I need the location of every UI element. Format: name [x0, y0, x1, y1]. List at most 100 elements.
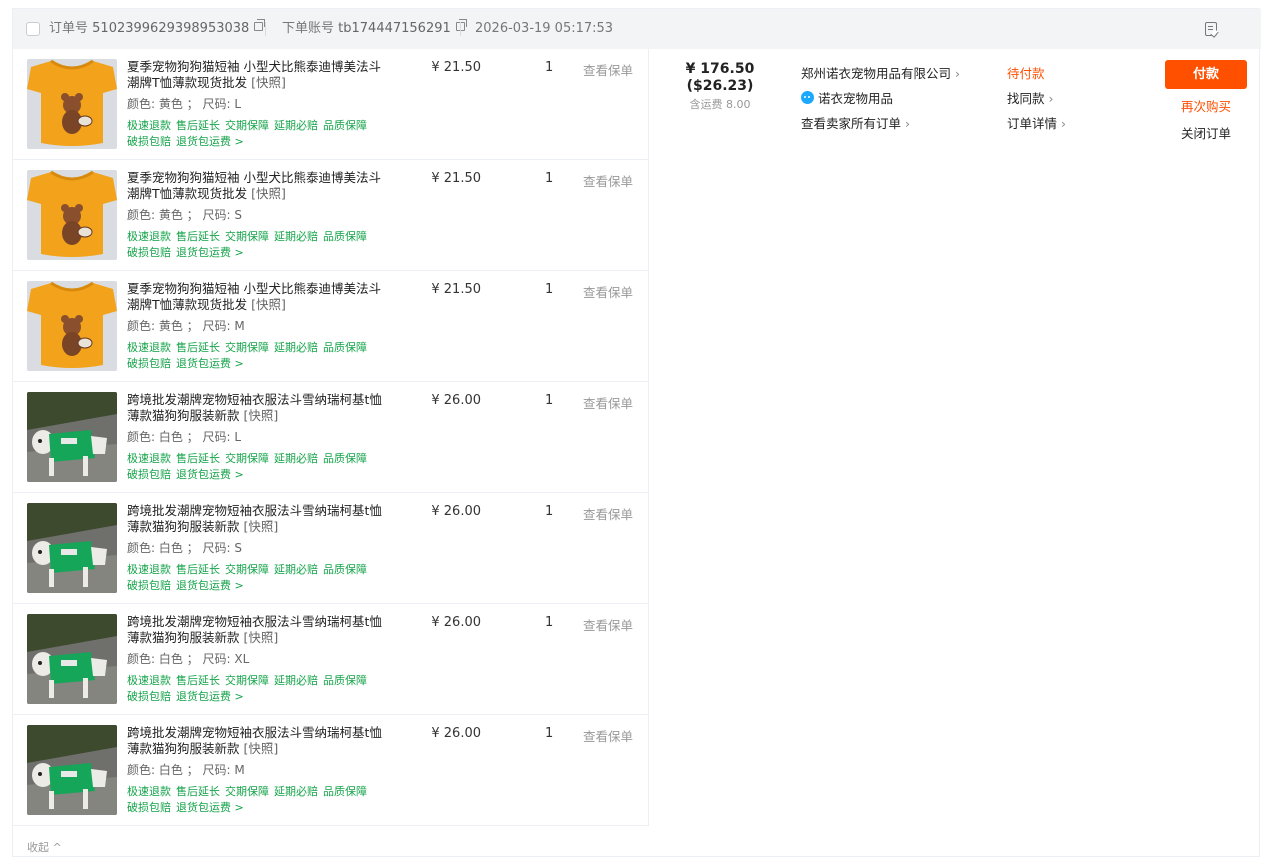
service-tag[interactable]: 品质保障 — [323, 119, 367, 132]
view-warranty-link[interactable]: 查看保单 — [583, 60, 633, 79]
service-tag[interactable]: 退货包运费 > — [176, 468, 244, 481]
view-warranty-link[interactable]: 查看保单 — [583, 615, 633, 634]
service-tag[interactable]: 极速退款 — [127, 563, 171, 576]
quantity: 1 — [545, 615, 554, 630]
product-thumbnail[interactable] — [27, 503, 117, 593]
service-tag[interactable]: 交期保障 — [225, 452, 269, 465]
unit-price: ¥ 21.50 — [431, 282, 481, 297]
order-number: 订单号 5102399629398953038 — [49, 19, 266, 37]
seller-all-orders-link[interactable]: 查看卖家所有订单 › — [801, 111, 960, 136]
view-warranty-link[interactable]: 查看保单 — [583, 726, 633, 745]
order-account: 下单账号 tb174447156291 — [282, 19, 467, 37]
service-tag[interactable]: 交期保障 — [225, 785, 269, 798]
product-thumbnail[interactable] — [27, 614, 117, 704]
snapshot-link[interactable]: [快照] — [244, 630, 279, 645]
service-tag[interactable]: 延期必赔 — [274, 119, 318, 132]
service-tag[interactable]: 品质保障 — [323, 785, 367, 798]
service-tag[interactable]: 售后延长 — [176, 674, 220, 687]
service-tag[interactable]: 退货包运费 > — [176, 246, 244, 259]
product-title[interactable]: 跨境批发潮牌宠物短袖衣服法斗雪纳瑞柯基t恤薄款猫狗狗服装新款 [快照] — [127, 614, 389, 646]
service-tag[interactable]: 破损包赔 — [127, 690, 171, 703]
service-tag[interactable]: 交期保障 — [225, 230, 269, 243]
order-detail-link[interactable]: 订单详情 › — [1007, 111, 1066, 136]
service-tag[interactable]: 破损包赔 — [127, 579, 171, 592]
product-thumbnail[interactable] — [27, 725, 117, 815]
service-tag[interactable]: 交期保障 — [225, 119, 269, 132]
order-note-icon[interactable] — [1205, 22, 1217, 36]
product-title[interactable]: 夏季宠物狗狗猫短袖 小型犬比熊泰迪博美法斗潮牌T恤薄款现货批发 [快照] — [127, 59, 389, 91]
service-tag[interactable]: 品质保障 — [323, 341, 367, 354]
product-title[interactable]: 夏季宠物狗狗猫短袖 小型犬比熊泰迪博美法斗潮牌T恤薄款现货批发 [快照] — [127, 281, 389, 313]
service-tag[interactable]: 品质保障 — [323, 563, 367, 576]
service-tag[interactable]: 极速退款 — [127, 452, 171, 465]
product-title[interactable]: 跨境批发潮牌宠物短袖衣服法斗雪纳瑞柯基t恤薄款猫狗狗服装新款 [快照] — [127, 392, 389, 424]
service-tag[interactable]: 品质保障 — [323, 230, 367, 243]
service-tag[interactable]: 品质保障 — [323, 674, 367, 687]
snapshot-link[interactable]: [快照] — [244, 741, 279, 756]
service-tag[interactable]: 极速退款 — [127, 785, 171, 798]
service-tag[interactable]: 交期保障 — [225, 563, 269, 576]
service-tag[interactable]: 极速退款 — [127, 119, 171, 132]
service-tag[interactable]: 售后延长 — [176, 341, 220, 354]
service-tag[interactable]: 延期必赔 — [274, 452, 318, 465]
view-warranty-link[interactable]: 查看保单 — [583, 282, 633, 301]
product-thumbnail[interactable] — [27, 281, 117, 371]
service-tag[interactable]: 交期保障 — [225, 341, 269, 354]
service-tag[interactable]: 破损包赔 — [127, 468, 171, 481]
seller-company-link[interactable]: 郑州诺衣宠物用品有限公司 › — [801, 61, 960, 86]
service-tag[interactable]: 退货包运费 > — [176, 801, 244, 814]
close-order-button[interactable]: 关闭订单 — [1165, 125, 1247, 142]
service-tag[interactable]: 退货包运费 > — [176, 357, 244, 370]
service-tag[interactable]: 极速退款 — [127, 230, 171, 243]
view-warranty-link[interactable]: 查看保单 — [583, 504, 633, 523]
service-tag[interactable]: 破损包赔 — [127, 357, 171, 370]
unit-price: ¥ 26.00 — [431, 615, 481, 630]
product-spec: 颜色: 白色 ； 尺码: S — [127, 541, 242, 555]
service-tag[interactable]: 破损包赔 — [127, 135, 171, 148]
order-items: 夏季宠物狗狗猫短袖 小型犬比熊泰迪博美法斗潮牌T恤薄款现货批发 [快照] 颜色: … — [13, 49, 649, 826]
snapshot-link[interactable]: [快照] — [251, 186, 286, 201]
service-tag[interactable]: 破损包赔 — [127, 801, 171, 814]
service-tag[interactable]: 极速退款 — [127, 341, 171, 354]
service-tag[interactable]: 售后延长 — [176, 452, 220, 465]
service-tag[interactable]: 破损包赔 — [127, 246, 171, 259]
product-spec: 颜色: 白色 ； 尺码: L — [127, 430, 242, 444]
service-tag[interactable]: 售后延长 — [176, 119, 220, 132]
pay-button[interactable]: 付款 — [1165, 60, 1247, 89]
service-tag[interactable]: 交期保障 — [225, 674, 269, 687]
service-tag[interactable]: 退货包运费 > — [176, 690, 244, 703]
view-warranty-link[interactable]: 查看保单 — [583, 171, 633, 190]
copy-icon[interactable] — [254, 19, 266, 31]
unit-price: ¥ 21.50 — [431, 60, 481, 75]
service-tag[interactable]: 延期必赔 — [274, 785, 318, 798]
rebuy-button[interactable]: 再次购买 — [1165, 98, 1247, 115]
view-warranty-link[interactable]: 查看保单 — [583, 393, 633, 412]
service-tag[interactable]: 延期必赔 — [274, 230, 318, 243]
find-similar-link[interactable]: 找同款 › — [1007, 86, 1066, 111]
service-tag[interactable]: 售后延长 — [176, 785, 220, 798]
service-tag[interactable]: 延期必赔 — [274, 563, 318, 576]
service-tag[interactable]: 退货包运费 > — [176, 135, 244, 148]
service-tag[interactable]: 延期必赔 — [274, 674, 318, 687]
snapshot-link[interactable]: [快照] — [251, 75, 286, 90]
order-select-checkbox[interactable] — [26, 22, 40, 36]
seller-chat-link[interactable]: 诺衣宠物用品 — [801, 86, 960, 111]
service-tag[interactable]: 延期必赔 — [274, 341, 318, 354]
product-title[interactable]: 跨境批发潮牌宠物短袖衣服法斗雪纳瑞柯基t恤薄款猫狗狗服装新款 [快照] — [127, 503, 389, 535]
snapshot-link[interactable]: [快照] — [251, 297, 286, 312]
service-tag[interactable]: 极速退款 — [127, 674, 171, 687]
service-tags: 极速退款 售后延长 交期保障 延期必赔 品质保障破损包赔 退货包运费 > — [127, 451, 397, 483]
snapshot-link[interactable]: [快照] — [244, 408, 279, 423]
product-thumbnail[interactable] — [27, 170, 117, 260]
product-thumbnail[interactable] — [27, 392, 117, 482]
service-tag[interactable]: 品质保障 — [323, 452, 367, 465]
service-tag[interactable]: 售后延长 — [176, 230, 220, 243]
snapshot-link[interactable]: [快照] — [244, 519, 279, 534]
service-tag[interactable]: 售后延长 — [176, 563, 220, 576]
product-title[interactable]: 夏季宠物狗狗猫短袖 小型犬比熊泰迪博美法斗潮牌T恤薄款现货批发 [快照] — [127, 170, 389, 202]
product-thumbnail[interactable] — [27, 59, 117, 149]
collapse-button[interactable]: 收起 ^ — [27, 839, 62, 855]
product-title[interactable]: 跨境批发潮牌宠物短袖衣服法斗雪纳瑞柯基t恤薄款猫狗狗服装新款 [快照] — [127, 725, 389, 757]
service-tag[interactable]: 退货包运费 > — [176, 579, 244, 592]
order-total: ¥ 176.50 ($26.23) 含运费 8.00 — [653, 61, 787, 112]
